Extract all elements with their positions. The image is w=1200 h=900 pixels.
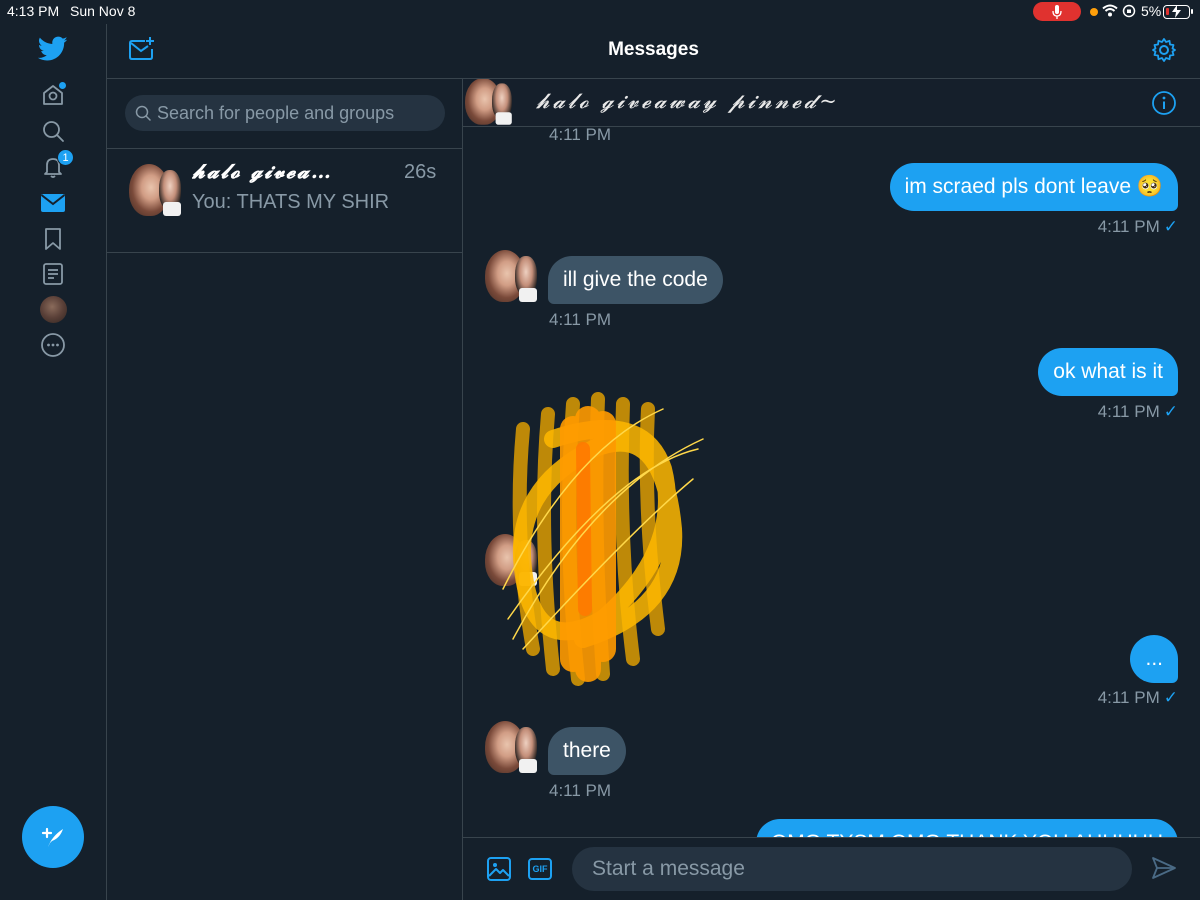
conversation-preview: You: THATS MY SHIR xyxy=(192,191,390,213)
notifications-badge: 1 xyxy=(57,149,74,166)
sent-check-icon: ✓ xyxy=(1163,402,1178,421)
orientation-lock-icon xyxy=(1122,4,1136,21)
search-box[interactable] xyxy=(125,95,445,131)
battery-percent: 5% xyxy=(1141,3,1162,19)
chat-title: 𝓱𝓪𝓵𝓸 𝓰𝓲𝓿𝓮𝓪𝔀𝓪𝔂 𝓹𝓲𝓷𝓷𝓮𝓭~ xyxy=(536,89,840,113)
status-bar: 4:13 PM Sun Nov 8 5% xyxy=(0,0,1200,24)
message-composer: GIF xyxy=(463,837,1200,900)
search-icon xyxy=(135,105,151,121)
status-date: Sun Nov 8 xyxy=(70,3,136,19)
message-input[interactable] xyxy=(572,847,1132,891)
conversation-item[interactable]: 𝓱𝓪𝓵𝓸 𝓰𝓲𝓿𝓮𝓪… 26s You: THATS MY SHIR xyxy=(107,149,463,253)
message-timestamp: 4:11 PM ✓ xyxy=(1097,402,1178,421)
message-bubble-outgoing[interactable]: ok what is it xyxy=(1038,348,1178,396)
message-bubble-outgoing[interactable]: im scraed pls dont leave 🥺 xyxy=(889,163,1178,211)
battery-icon xyxy=(1163,5,1193,19)
avatar xyxy=(39,295,67,323)
scribble-redaction xyxy=(502,392,704,686)
add-image-button[interactable] xyxy=(487,857,511,886)
sender-avatar xyxy=(485,721,539,775)
message-bubble-incoming[interactable]: there xyxy=(548,727,626,775)
notifications-bell-icon[interactable]: 1 xyxy=(38,149,74,182)
explore-search-icon[interactable] xyxy=(38,116,68,146)
conversation-list: 𝓱𝓪𝓵𝓸 𝓰𝓲𝓿𝓮𝓪… 26s You: THATS MY SHIR xyxy=(107,79,463,900)
settings-button[interactable] xyxy=(1151,37,1177,68)
message-timestamp: 4:11 PM xyxy=(549,781,612,800)
home-unread-dot xyxy=(59,82,66,89)
compose-tweet-button[interactable] xyxy=(22,806,84,868)
microphone-in-use-icon xyxy=(1033,2,1081,21)
info-icon xyxy=(1152,91,1176,115)
message-bubble-outgoing[interactable]: ... xyxy=(1130,635,1178,683)
message-bubble-incoming[interactable]: ill give the code xyxy=(548,256,723,304)
home-icon[interactable] xyxy=(38,80,68,110)
lists-icon[interactable] xyxy=(38,259,68,289)
nav-rail: 1 xyxy=(0,24,107,900)
page-title: Messages xyxy=(608,39,699,60)
conversation-info-button[interactable] xyxy=(1151,90,1177,121)
conversation-name: 𝓱𝓪𝓵𝓸 𝓰𝓲𝓿𝓮𝓪… xyxy=(192,159,333,183)
gear-icon xyxy=(1152,38,1176,62)
bookmarks-icon[interactable] xyxy=(38,224,68,254)
chat-avatar xyxy=(465,79,512,125)
sent-check-icon: ✓ xyxy=(1163,688,1178,707)
messages-mail-icon[interactable] xyxy=(38,188,68,218)
status-time: 4:13 PM xyxy=(7,3,60,19)
profile-avatar[interactable] xyxy=(38,294,68,324)
sender-avatar xyxy=(485,250,539,304)
recording-indicator-dot xyxy=(1090,8,1098,16)
more-options-icon[interactable] xyxy=(38,330,68,360)
send-button[interactable] xyxy=(1151,856,1177,885)
message-timestamp: 4:11 PM ✓ xyxy=(1097,217,1178,236)
top-header: Messages xyxy=(107,24,1200,79)
conversation-time: 26s xyxy=(404,161,437,183)
message-timestamp: 4:11 PM xyxy=(549,310,612,329)
chat-panel: 𝓱𝓪𝓵𝓸 𝓰𝓲𝓿𝓮𝓪𝔀𝓪𝔂 𝓹𝓲𝓷𝓷𝓮𝓭~ 4:11 PM im scraed … xyxy=(463,79,1200,900)
message-timestamp: 4:11 PM xyxy=(549,125,612,144)
chat-header[interactable]: 𝓱𝓪𝓵𝓸 𝓰𝓲𝓿𝓮𝓪𝔀𝓪𝔂 𝓹𝓲𝓷𝓷𝓮𝓭~ xyxy=(463,79,1200,127)
sent-check-icon: ✓ xyxy=(1163,217,1178,236)
feather-plus-icon xyxy=(41,827,63,847)
message-timestamp: 4:11 PM ✓ xyxy=(1097,688,1178,707)
send-icon xyxy=(1152,857,1176,879)
twitter-logo-icon[interactable] xyxy=(38,34,68,64)
charging-bolt-icon xyxy=(1172,5,1181,18)
conversation-avatar xyxy=(129,164,183,218)
image-icon xyxy=(487,857,511,881)
search-input[interactable] xyxy=(157,102,437,124)
wifi-icon xyxy=(1102,4,1118,20)
gif-button[interactable]: GIF xyxy=(528,858,552,880)
